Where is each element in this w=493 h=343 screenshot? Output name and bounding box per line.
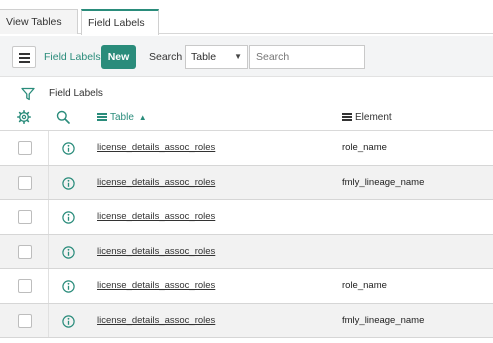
table-link[interactable]: license_details_assoc_roles xyxy=(97,177,215,188)
search-icon[interactable] xyxy=(56,110,70,124)
new-button[interactable]: New xyxy=(101,45,136,69)
table-row: license_details_assoc_roles xyxy=(0,200,493,235)
info-icon[interactable] xyxy=(62,314,75,328)
table-link[interactable]: license_details_assoc_roles xyxy=(97,211,215,222)
column-header-element-label: Element xyxy=(355,112,392,123)
column-header-element[interactable]: Element xyxy=(342,112,392,123)
chevron-down-icon: ▼ xyxy=(234,52,242,61)
column-header-table[interactable]: Table ▲ xyxy=(97,112,147,123)
element-cell: fmly_lineage_name xyxy=(342,314,425,326)
table-link[interactable]: license_details_assoc_roles xyxy=(97,142,215,153)
search-input[interactable] xyxy=(249,45,365,69)
list-header: Table ▲ Element xyxy=(0,107,493,131)
info-icon[interactable] xyxy=(62,245,75,259)
column-header-table-label: Table xyxy=(110,112,134,123)
table-row: license_details_assoc_roles role_name xyxy=(0,269,493,304)
table-row: license_details_assoc_roles fmly_lineage… xyxy=(0,165,493,200)
hamburger-icon xyxy=(19,53,30,55)
table-row: license_details_assoc_roles xyxy=(0,234,493,269)
element-cell: role_name xyxy=(342,142,387,153)
row-checkbox[interactable] xyxy=(18,279,32,293)
element-cell: role_name xyxy=(342,280,387,291)
search-field-value: Table xyxy=(191,51,217,63)
list-toolbar: Field Labels New Search Table ▼ xyxy=(0,36,493,77)
breadcrumb[interactable]: Field Labels xyxy=(49,88,103,99)
column-menu-icon[interactable] xyxy=(97,113,107,121)
table-link[interactable]: license_details_assoc_roles xyxy=(97,280,215,291)
row-checkbox[interactable] xyxy=(18,244,32,259)
tab-view-tables[interactable]: View Tables (5) xyxy=(0,9,78,52)
row-checkbox[interactable] xyxy=(18,175,32,190)
info-icon[interactable] xyxy=(62,280,75,293)
gear-icon[interactable] xyxy=(17,110,31,124)
column-menu-icon[interactable] xyxy=(342,113,352,121)
search-label: Search xyxy=(149,51,183,63)
row-checkbox[interactable] xyxy=(18,210,32,224)
row-checkbox[interactable] xyxy=(18,141,32,155)
list-title[interactable]: Field Labels xyxy=(44,51,101,63)
info-icon[interactable] xyxy=(62,176,75,190)
table-link[interactable]: license_details_assoc_roles xyxy=(97,246,215,257)
list-context-menu-button[interactable] xyxy=(12,46,36,68)
table-row: license_details_assoc_roles role_name xyxy=(0,131,493,166)
info-icon[interactable] xyxy=(62,142,75,155)
element-cell: fmly_lineage_name xyxy=(342,176,425,188)
search-field-select[interactable]: Table ▼ xyxy=(185,45,248,69)
row-checkbox[interactable] xyxy=(18,313,32,328)
list-body: license_details_assoc_roles role_name li… xyxy=(0,131,493,338)
tab-bar: View Tables (5) Field Labels (6) xyxy=(0,0,493,53)
table-link[interactable]: license_details_assoc_roles xyxy=(97,315,215,326)
filter-icon[interactable] xyxy=(21,87,35,101)
info-icon[interactable] xyxy=(62,211,75,224)
table-row: license_details_assoc_roles fmly_lineage… xyxy=(0,303,493,338)
sort-ascending-icon: ▲ xyxy=(138,113,147,122)
tab-field-labels[interactable]: Field Labels (6) xyxy=(81,9,159,53)
